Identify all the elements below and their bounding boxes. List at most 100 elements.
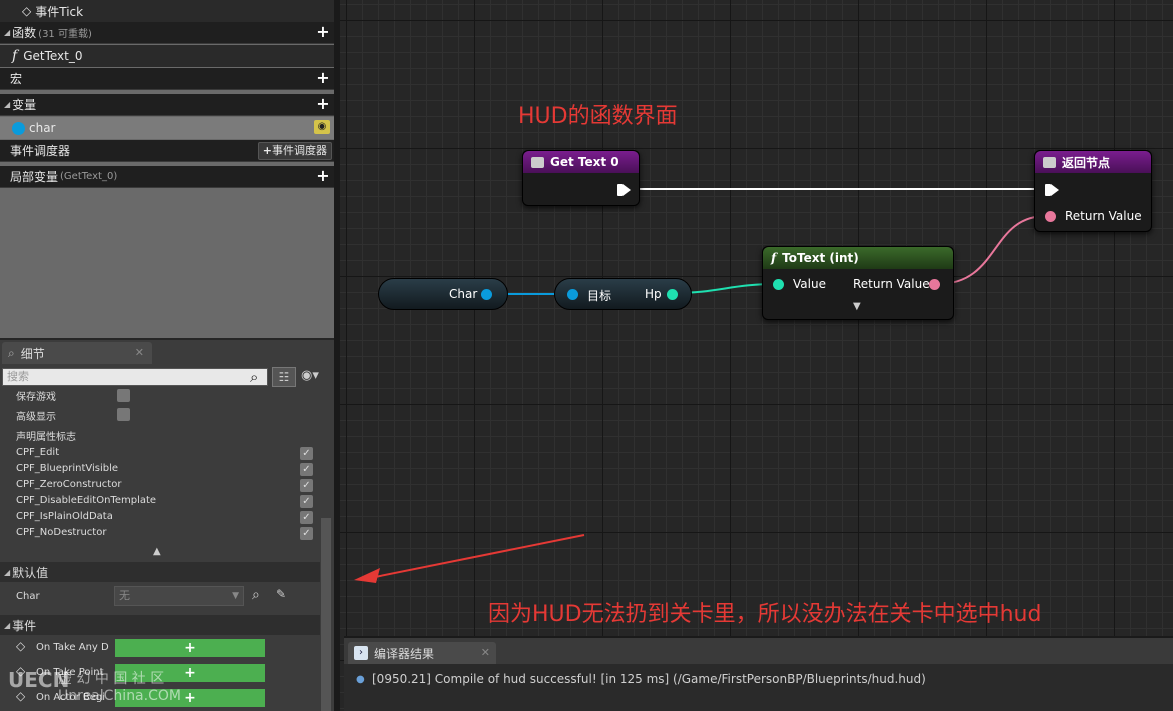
char-property-label: Char [16,591,40,602]
hp-label: Hp [645,287,662,301]
node-return[interactable]: 返回节点 Return Value [1034,150,1152,232]
macros-category[interactable]: 宏 + [0,68,336,90]
search-icon[interactable]: ⌕ [250,368,258,386]
variables-category[interactable]: ◢ 变量 + [0,94,336,116]
compiler-tab-label: 编译器结果 [374,646,435,661]
add-macro-icon[interactable]: + [316,70,330,86]
bullet-icon: ● [356,674,365,685]
close-icon[interactable]: ✕ [135,346,144,359]
picker-icon[interactable]: ✎ [276,587,286,601]
events-section-label: 事件 [12,618,37,633]
compiler-results-panel: › 编译器结果 ✕ ● [0950.21] Compile of hud suc… [344,636,1173,711]
event-tick-item[interactable]: ◇ 事件Tick [0,0,336,22]
checkbox-cpf-zeroconstructor[interactable]: ✓ [300,479,313,492]
collapse-arrow-icon[interactable]: ▲ [153,546,161,557]
expand-arrow-icon[interactable]: ▼ [853,301,861,312]
details-search-input[interactable]: 搜索 [2,368,268,386]
checkbox-cpf-nodestructor[interactable]: ✓ [300,527,313,540]
details-tab-label: 细节 [20,346,45,361]
details-panel: ⌕ 细节 ✕ 搜索 ⌕ ☷ ◉▾ 保存游戏 高级显示 声明属性标志 CPF_Ed… [0,340,336,711]
char-value: 无 [119,589,130,602]
checkbox-cpf-edit[interactable]: ✓ [300,447,313,460]
compiler-icon: › [354,646,368,660]
annotation-line1: 因为HUD无法扔到关卡里，所以没办法在关卡中选中hud [488,602,1042,627]
return-value-pin[interactable] [1045,211,1056,222]
local-vars-sub: (GetText_0) [60,171,118,182]
watermark-line-b: UnrealChina.COM [58,688,181,704]
annotation-arrow [369,534,585,579]
function-return-icon [1043,156,1056,168]
checkbox-cpf-isplainolddata[interactable]: ✓ [300,511,313,524]
default-value-section[interactable]: ◢ 默认值 [0,562,320,582]
tab-details[interactable]: ⌕ 细节 ✕ [2,342,152,364]
node-title: 返回节点 [1062,155,1111,170]
browse-icon[interactable]: ⌕ [252,587,260,603]
collapse-triangle-icon: ◢ [4,620,11,630]
node-get-char[interactable]: Char [378,278,508,310]
watermark-line-a: 虚 幻 中 国 社 区 [58,671,165,687]
chevron-down-icon: ▼ [232,591,239,601]
tab-compiler-results[interactable]: › 编译器结果 ✕ [348,642,496,664]
char-pill-label: Char [449,287,478,301]
totext-return-label: Return Value [853,277,930,291]
visibility-eye-icon[interactable]: ◉▾ [301,368,319,383]
node-header: 返回节点 [1035,151,1151,173]
return-out-pin[interactable] [929,279,940,290]
checkbox-cpf-disableeditontemplate[interactable]: ✓ [300,495,313,508]
return-value-label: Return Value [1065,209,1142,223]
function-icon: f [12,48,18,64]
annotation-title: HUD的函数界面 [518,104,678,129]
prop-cpf-disableeditontemplate: CPF_DisableEditOnTemplate [16,495,157,506]
node-to-text[interactable]: f ToText (int) Value Return Value ▼ [762,246,954,320]
prop-cpf-zeroconstructor: CPF_ZeroConstructor [16,479,122,490]
close-icon[interactable]: ✕ [481,646,490,659]
dispatchers-label: 事件调度器 [10,144,71,158]
prop-advanced-display: 高级显示 [16,412,56,423]
prop-save-game: 保存游戏 [16,392,56,403]
compiler-log: ● [0950.21] Compile of hud successful! [… [344,664,1173,711]
node-get-text[interactable]: Get Text 0 [522,150,640,206]
grid-view-icon[interactable]: ☷ [272,367,296,387]
hp-out-pin[interactable] [667,289,678,300]
event-diamond-icon: ◇ [22,4,32,18]
local-vars-category[interactable]: 局部变量 (GetText_0) + [0,166,336,188]
char-value-dropdown[interactable]: 无 ▼ [114,586,244,606]
eye-icon[interactable]: ◉ [314,120,330,134]
object-pin-icon [12,121,25,135]
add-function-icon[interactable]: + [316,24,330,40]
add-event-take-any-damage-button[interactable]: + [115,639,265,657]
add-local-var-icon[interactable]: + [316,168,330,184]
variable-item-char[interactable]: char ◉ [0,117,336,139]
compiler-message: [0950.21] Compile of hud successful! [in… [372,672,926,686]
event-graph-canvas[interactable]: HUD的函数界面 Get Text 0 返回节点 Return Value Ch… [340,0,1173,711]
variables-label: 变量 [12,98,37,112]
dispatcher-button-label: 事件调度器 [272,144,327,157]
details-scrollbar[interactable] [321,518,331,711]
functions-category[interactable]: ◢ 函数 (31 可重载) + [0,22,336,44]
event-take-any-damage: On Take Any D [36,642,109,653]
node-get-hp[interactable]: 目标 Hp [554,278,692,310]
events-section[interactable]: ◢ 事件 [0,615,320,635]
checkbox-save-game[interactable] [117,389,130,402]
target-in-pin[interactable] [567,289,578,300]
checkbox-advanced-display[interactable] [117,408,130,421]
collapse-triangle-icon: ◢ [4,567,11,577]
exec-out-arrow-icon [623,184,631,196]
prop-cpf-isplainolddata: CPF_IsPlainOldData [16,511,113,522]
functions-count: (31 可重载) [38,29,92,40]
magnifier-icon: ⌕ [8,345,15,360]
function-item[interactable]: f GetText_0 [0,45,336,67]
dispatchers-category[interactable]: 事件调度器 +事件调度器 [0,140,336,162]
event-diamond-icon: ◇ [16,639,26,653]
value-in-pin[interactable] [773,279,784,290]
add-dispatcher-button[interactable]: +事件调度器 [257,142,332,160]
char-out-pin[interactable] [481,289,492,300]
add-variable-icon[interactable]: + [316,96,330,112]
checkbox-cpf-blueprintvisible[interactable]: ✓ [300,463,313,476]
prop-cpf-blueprintvisible: CPF_BlueprintVisible [16,463,119,474]
prop-cpf-nodestructor: CPF_NoDestructor [16,527,107,538]
prop-cpf-edit: CPF_Edit [16,447,60,458]
text-wire [937,215,1047,285]
arrow-head-icon [354,568,380,583]
collapse-triangle-icon: ◢ [4,100,11,109]
